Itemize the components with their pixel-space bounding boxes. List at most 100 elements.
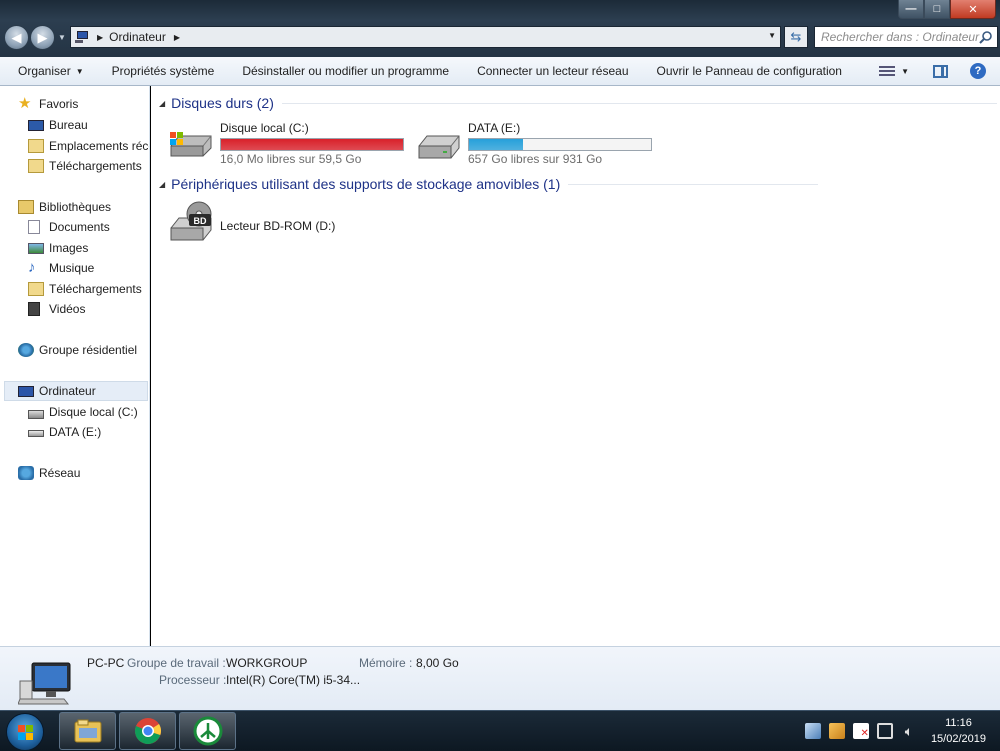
group-title: Périphériques utilisant des supports de … (171, 176, 561, 192)
nav-item-label: Disque local (C:) (49, 405, 138, 419)
view-dropdown-icon[interactable]: ▼ (901, 67, 909, 76)
nav-item-lib-downloads[interactable]: Téléchargements (28, 279, 142, 299)
nav-item-desktop[interactable]: Bureau (28, 115, 88, 135)
maximize-button[interactable]: □ (924, 0, 950, 19)
drive-tile-c[interactable]: Disque local (C:) 16,0 Mo libres sur 59,… (167, 120, 407, 166)
nav-network[interactable]: Réseau (18, 463, 80, 483)
change-view-icon[interactable] (879, 65, 896, 77)
computer-icon (18, 385, 34, 397)
star-icon: ★ (18, 95, 32, 112)
command-bar: Organiser ▼ Propriétés système Désinstal… (0, 57, 1000, 86)
nav-computer-label: Ordinateur (39, 384, 96, 398)
documents-icon (28, 220, 40, 234)
organize-menu[interactable]: Organiser ▼ (0, 57, 98, 85)
downloads-folder-icon (28, 159, 44, 173)
libraries-icon (18, 200, 34, 214)
content-pane: ◢ Disques durs (2) Disque local (C:) 16,… (151, 86, 1000, 646)
back-button[interactable]: ◀ (4, 25, 29, 50)
nav-libraries[interactable]: Bibliothèques (18, 197, 111, 217)
images-icon (28, 242, 44, 254)
refresh-button[interactable]: ⇆ (784, 26, 808, 48)
drive-tile-bd-rom[interactable]: BD Lecteur BD-ROM (D:) (167, 200, 367, 246)
taskbar-explorer-button[interactable] (59, 712, 116, 750)
action-center-flag-icon[interactable]: ✕ (852, 723, 869, 739)
nav-item-label: Bureau (49, 118, 88, 132)
system-drive-icon (170, 132, 212, 157)
search-input[interactable]: Rechercher dans : Ordinateur (814, 26, 998, 48)
nav-item-images[interactable]: Images (28, 238, 88, 258)
nav-item-downloads[interactable]: Téléchargements (28, 156, 142, 176)
explorer-folder-icon (74, 719, 101, 743)
drive-free-space: 16,0 Mo libres sur 59,5 Go (220, 152, 362, 166)
window-titlebar: — □ ✕ ◀ ▶ ▼ ▶ Ordinateur ▶ ▼ ⇆ Recherche… (0, 0, 1000, 57)
uninstall-program-button[interactable]: Désinstaller ou modifier un programme (228, 57, 463, 85)
memory-value: 8,00 Go (416, 656, 459, 670)
workgroup-label: Groupe de travail : (127, 656, 226, 670)
volume-icon[interactable]: 🔈︎ (901, 723, 917, 739)
bd-badge: BD (194, 216, 207, 226)
address-dropdown-icon[interactable]: ▼ (768, 31, 776, 40)
nav-favorites[interactable]: ★ Favoris (18, 94, 78, 114)
preview-pane-icon[interactable] (933, 64, 948, 78)
start-button[interactable] (6, 713, 44, 751)
bd-rom-drive-icon: BD (170, 201, 212, 241)
drive-name: Lecteur BD-ROM (D:) (220, 219, 336, 233)
security-tray-icon[interactable] (828, 723, 845, 739)
pc-name: PC-PC (87, 656, 125, 670)
homegroup-icon (18, 343, 34, 357)
arrow-left-icon: ◀ (11, 29, 22, 45)
drive-free-space: 657 Go libres sur 931 Go (468, 152, 603, 166)
network-share-tray-icon[interactable] (804, 723, 821, 739)
nav-item-music[interactable]: ♪ Musique (28, 258, 94, 278)
close-button[interactable]: ✕ (950, 0, 996, 19)
minimize-button[interactable]: — (898, 0, 924, 19)
nav-item-recent[interactable]: Emplacements récents (28, 136, 149, 156)
taskbar-chrome-button[interactable] (119, 712, 176, 750)
network-icon (18, 466, 34, 480)
arrow-right-icon: ▶ (37, 29, 48, 45)
open-control-panel-button[interactable]: Ouvrir le Panneau de configuration (643, 57, 856, 85)
computer-icon (75, 31, 89, 43)
computer-icon (18, 662, 71, 705)
nav-homegroup[interactable]: Groupe résidentiel (18, 340, 137, 360)
breadcrumb-separator-icon[interactable]: ▶ (97, 33, 103, 42)
tray-clock[interactable]: 11:16 15/02/2019 (931, 715, 986, 747)
window-controls: — □ ✕ (898, 0, 996, 19)
network-status-icon[interactable] (876, 723, 893, 739)
nav-item-label: Téléchargements (49, 282, 142, 296)
nav-computer[interactable]: Ordinateur (4, 381, 148, 401)
help-icon[interactable]: ? (970, 63, 986, 79)
system-properties-button[interactable]: Propriétés système (98, 57, 229, 85)
forward-button[interactable]: ▶ (30, 25, 55, 50)
hard-drive-icon (418, 135, 460, 159)
system-tray: ✕ 🔈︎ 11:16 15/02/2019 (804, 711, 1000, 751)
memory-label: Mémoire : (359, 656, 413, 670)
nav-favorites-label: Favoris (39, 97, 79, 111)
workgroup-value: WORKGROUP (226, 656, 308, 670)
group-header-removable[interactable]: ◢ Périphériques utilisant des supports d… (159, 176, 819, 192)
nav-item-label: DATA (E:) (49, 425, 102, 439)
nav-item-videos[interactable]: Vidéos (28, 299, 85, 319)
nav-item-drive-e[interactable]: DATA (E:) (28, 422, 101, 442)
refresh-icon: ⇆ (790, 29, 802, 44)
map-network-drive-button[interactable]: Connecter un lecteur réseau (463, 57, 642, 85)
taskbar-tree-app-button[interactable] (179, 712, 236, 750)
nav-item-drive-c[interactable]: Disque local (C:) (28, 402, 138, 422)
breadcrumb-chevron-icon[interactable]: ▶ (174, 33, 180, 42)
collapse-triangle-icon[interactable]: ◢ (159, 180, 165, 189)
breadcrumb-computer[interactable]: Ordinateur (109, 30, 166, 44)
recent-pages-dropdown-icon[interactable]: ▼ (58, 33, 66, 42)
group-title: Disques durs (2) (171, 95, 274, 111)
address-bar[interactable]: ▶ Ordinateur ▶ ▼ (70, 26, 781, 48)
nav-item-label: Emplacements récents (49, 139, 149, 153)
taskbar: ✕ 🔈︎ 11:16 15/02/2019 (0, 710, 1000, 751)
system-drive-icon (28, 409, 44, 419)
film-strip-icon (28, 302, 40, 316)
nav-item-documents[interactable]: Documents (28, 217, 110, 237)
search-placeholder: Rechercher dans : Ordinateur (821, 30, 980, 44)
group-header-hard-drives[interactable]: ◢ Disques durs (2) (159, 95, 997, 111)
collapse-triangle-icon[interactable]: ◢ (159, 99, 165, 108)
clock-time: 11:16 (945, 717, 972, 729)
drive-tile-e[interactable]: DATA (E:) 657 Go libres sur 931 Go (415, 120, 655, 166)
nav-item-label: Images (49, 241, 89, 255)
